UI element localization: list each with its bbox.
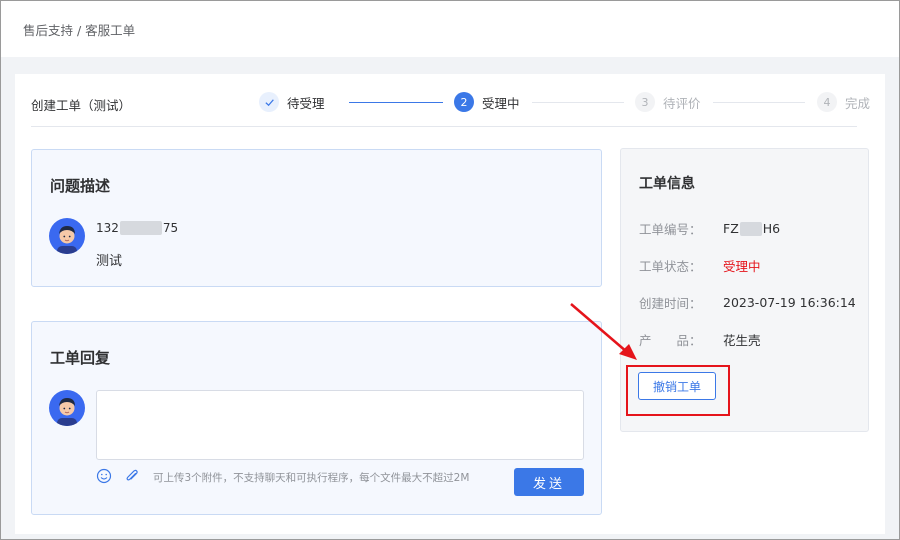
redacted-block <box>739 221 762 236</box>
emoji-icon[interactable] <box>96 468 112 484</box>
reply-title: 工单回复 <box>50 349 111 367</box>
problem-description: 测试 <box>96 254 123 269</box>
user-phone: 132 75 <box>96 221 178 235</box>
send-button[interactable]: 发送 <box>514 468 584 496</box>
ticket-status-row: 工单状态： 受理中 <box>639 256 761 275</box>
ticket-title: 创建工单（测试） <box>31 98 132 113</box>
paperclip-icon[interactable] <box>124 468 140 484</box>
step-label: 待评价 <box>663 95 701 111</box>
step-pending-accept: 待受理 <box>259 91 325 113</box>
progress-steps: 待受理 2 受理中 3 待评价 4 完成 <box>259 91 870 113</box>
reply-card: 工单回复 可上传3个附件，不支持聊天和可执行程序，每个文件最大不超过2M 发送 <box>31 321 602 515</box>
problem-title: 问题描述 <box>50 177 111 195</box>
created-time-row: 创建时间： 2023-07-19 16:36:14 <box>639 293 856 312</box>
step-connector <box>713 102 805 103</box>
problem-card: 问题描述 132 75 测试 <box>31 149 602 287</box>
status-badge: 受理中 <box>723 259 761 274</box>
step-number: 3 <box>635 92 655 112</box>
ticket-number-value: FZ H6 <box>723 219 780 238</box>
step-label: 待受理 <box>287 95 325 111</box>
avatar <box>49 218 85 254</box>
step-connector <box>349 102 443 103</box>
product-value: 花生壳 <box>723 333 761 348</box>
step-number: 2 <box>454 92 474 112</box>
upload-hint: 可上传3个附件，不支持聊天和可执行程序，每个文件最大不超过2M <box>153 472 470 484</box>
step-complete: 4 完成 <box>817 91 870 113</box>
created-time-value: 2023-07-19 16:36:14 <box>723 295 856 310</box>
ticket-panel: 创建工单（测试） 待受理 2 受理中 3 待评价 4 完成 问题描述 132 7… <box>15 74 885 534</box>
top-bar: 售后支持 / 客服工单 <box>1 1 899 57</box>
reply-textarea[interactable] <box>96 390 584 460</box>
divider <box>31 126 857 127</box>
annotation-arrow-icon <box>570 303 637 360</box>
step-in-progress: 2 受理中 <box>454 91 520 113</box>
info-title: 工单信息 <box>639 176 695 192</box>
check-icon <box>259 92 279 112</box>
step-label: 受理中 <box>482 95 520 111</box>
step-number: 4 <box>817 92 837 112</box>
step-connector <box>532 102 624 103</box>
breadcrumb: 售后支持 / 客服工单 <box>23 23 136 38</box>
phone-suffix: 75 <box>162 221 179 235</box>
ticket-number-label: 工单编号： <box>639 222 702 237</box>
redacted-block <box>119 221 162 235</box>
phone-prefix: 132 <box>96 221 119 235</box>
ticket-number-suffix: H6 <box>762 221 781 236</box>
step-label: 完成 <box>845 95 871 111</box>
created-time-label: 创建时间： <box>639 296 702 311</box>
annotation-highlight-box <box>626 365 730 416</box>
product-row: 产 品： 花生壳 <box>639 330 761 349</box>
avatar <box>49 390 85 426</box>
ticket-number-row: 工单编号： FZ H6 <box>639 219 780 238</box>
product-label: 产 品： <box>639 333 702 348</box>
ticket-status-label: 工单状态： <box>639 259 702 274</box>
ticket-number-prefix: FZ <box>723 221 739 236</box>
step-pending-review: 3 待评价 <box>635 91 701 113</box>
